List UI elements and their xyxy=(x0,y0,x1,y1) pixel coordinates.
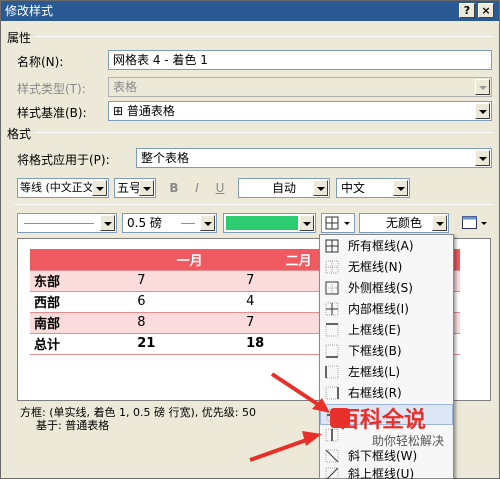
line-style-preview xyxy=(24,223,94,224)
all-borders-icon xyxy=(325,239,339,253)
bold-button[interactable]: B xyxy=(164,178,184,198)
outside-borders-icon xyxy=(325,281,339,295)
style-type-label: 样式类型(T): xyxy=(17,82,86,96)
line-width-dropdown-arrow[interactable] xyxy=(200,215,215,231)
font-dropdown-arrow[interactable] xyxy=(92,180,107,196)
underline-button[interactable]: U xyxy=(210,178,230,198)
apply-to-label: 将格式应用于(P): xyxy=(17,153,110,167)
menu-item-label: 斜上框线(U) xyxy=(348,467,415,479)
table-format-icon xyxy=(462,216,477,229)
line-width-select[interactable]: 0.5 磅 xyxy=(122,213,217,233)
size-value: 五号 xyxy=(117,181,142,195)
chevron-down-icon xyxy=(344,222,350,225)
left-border-icon xyxy=(325,365,339,379)
all-borders-icon xyxy=(325,216,339,230)
line-style-select[interactable] xyxy=(17,213,117,233)
border-color-swatch xyxy=(226,216,298,230)
table-header-cell: 一月 xyxy=(133,249,243,271)
format-section-label: 格式 xyxy=(7,127,32,141)
name-label: 名称(N): xyxy=(17,55,64,69)
menu-item-label: 所有框线(A) xyxy=(348,239,414,253)
table-cell: 总计 xyxy=(30,332,134,355)
language-dropdown-arrow[interactable] xyxy=(393,180,408,196)
chevron-down-icon xyxy=(481,222,487,225)
border-color-select[interactable] xyxy=(223,213,316,233)
bottom-border-icon xyxy=(325,344,339,358)
watermark-subtitle: 助你轻松解决 xyxy=(372,434,445,448)
top-border-icon xyxy=(325,323,339,337)
menu-item-bottom-border[interactable]: 下框线(B) xyxy=(320,341,453,362)
menu-item-top-border[interactable]: 上框线(E) xyxy=(320,320,453,341)
font-color-select[interactable]: 自动 xyxy=(238,178,330,198)
no-border-icon xyxy=(325,260,339,274)
menu-item-label: 内部框线(I) xyxy=(348,302,409,316)
line-width-value: 0.5 磅 xyxy=(127,216,162,230)
menu-item-inside-borders[interactable]: 内部框线(I) xyxy=(320,299,453,320)
border-color-dropdown-arrow[interactable] xyxy=(299,215,314,231)
menu-item-no-border[interactable]: 无框线(N) xyxy=(320,257,453,278)
style-base-label: 样式基准(B): xyxy=(17,106,87,120)
watermark: 百科全说 助你轻松解决 xyxy=(320,400,460,452)
menu-item-diagonal-up-border[interactable]: 斜上框线(U) xyxy=(320,464,453,479)
style-type-value: 表格 xyxy=(113,80,138,94)
font-color-value: 自动 xyxy=(271,181,296,195)
table-cell: 6 xyxy=(133,291,243,313)
menu-item-label: 左框线(L) xyxy=(348,365,401,379)
table-cell: 21 xyxy=(133,332,243,355)
line-style-dropdown-arrow[interactable] xyxy=(100,215,115,231)
language-value: 中文 xyxy=(341,181,366,195)
apply-to-dropdown-arrow[interactable] xyxy=(475,150,490,166)
font-color-dropdown-arrow[interactable] xyxy=(313,180,328,196)
menu-item-label: 上框线(E) xyxy=(348,323,401,337)
table-cell: 东部 xyxy=(30,270,134,292)
help-button[interactable]: ? xyxy=(459,3,475,18)
table-cell: 7 xyxy=(133,270,243,292)
table-cell: 西部 xyxy=(30,291,134,313)
menu-item-label: 无框线(N) xyxy=(348,260,403,274)
apply-to-select[interactable]: 整个表格 xyxy=(136,148,492,168)
menu-item-outside-borders[interactable]: 外侧框线(S) xyxy=(320,278,453,299)
border-type-button[interactable] xyxy=(321,213,355,233)
style-base-value: ⊞ 普通表格 xyxy=(113,104,175,118)
menu-item-all-borders[interactable]: 所有框线(A) xyxy=(320,236,453,257)
style-base-dropdown-arrow[interactable] xyxy=(475,103,490,119)
shading-dropdown-arrow[interactable] xyxy=(432,215,447,231)
language-select[interactable]: 中文 xyxy=(336,178,410,198)
size-dropdown-arrow[interactable] xyxy=(139,180,154,196)
style-type-select: 表格 xyxy=(108,77,492,97)
diagonal-up-border-icon xyxy=(325,467,339,479)
size-select[interactable]: 五号 xyxy=(114,178,156,198)
format-divider xyxy=(35,132,493,133)
table-properties-button[interactable] xyxy=(459,213,491,233)
style-base-select[interactable]: ⊞ 普通表格 xyxy=(108,101,492,121)
name-field[interactable]: 网格表 4 - 着色 1 xyxy=(108,50,492,70)
style-type-dropdown-arrow xyxy=(475,79,490,95)
toolbar-divider xyxy=(15,204,493,205)
font-value: 等线 (中文正文) xyxy=(20,181,99,194)
table-cell: 南部 xyxy=(30,312,134,334)
properties-divider xyxy=(35,36,493,37)
menu-item-label: 下框线(B) xyxy=(348,344,402,358)
right-border-icon xyxy=(325,386,339,400)
menu-item-label: 外侧框线(S) xyxy=(348,281,413,295)
menu-item-left-border[interactable]: 左框线(L) xyxy=(320,362,453,383)
font-select[interactable]: 等线 (中文正文) xyxy=(17,178,109,198)
shading-select[interactable]: 无颜色 xyxy=(359,213,449,233)
close-button[interactable]: × xyxy=(478,3,494,18)
apply-to-value: 整个表格 xyxy=(141,151,190,165)
menu-item-label: 右框线(R) xyxy=(348,386,402,400)
title-bar: 修改样式 ? × xyxy=(1,1,499,21)
shading-value: 无颜色 xyxy=(385,216,422,230)
table-header-cell xyxy=(30,249,134,271)
line-width-preview xyxy=(181,223,195,224)
dialog-title: 修改样式 xyxy=(5,4,54,18)
inside-borders-icon xyxy=(325,302,339,316)
table-cell: 8 xyxy=(133,312,243,334)
properties-section-label: 属性 xyxy=(7,31,32,45)
italic-button[interactable]: I xyxy=(187,178,207,198)
watermark-title: 百科全说 xyxy=(338,408,427,433)
